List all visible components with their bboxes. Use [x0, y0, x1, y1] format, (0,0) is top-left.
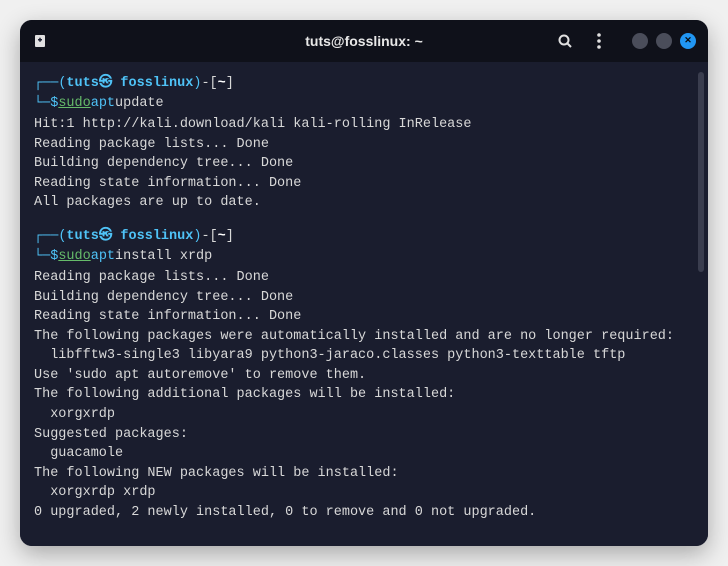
output-line: Building dependency tree... Done — [34, 288, 694, 308]
output-line: Suggested packages: — [34, 425, 694, 445]
output-line: xorgxrdp xrdp — [34, 483, 694, 503]
output-line: libfftw3-single3 libyara9 python3-jaraco… — [34, 346, 694, 366]
box-drawing-char: ┌── — [34, 74, 58, 94]
search-icon[interactable] — [556, 32, 574, 50]
output-line: Reading state information... Done — [34, 307, 694, 327]
prompt-block: ┌──(tuts㉿ fosslinux)-[~] └─$ sudo apt in… — [34, 227, 694, 266]
terminal-window: tuts@fosslinux: ~ — [20, 20, 708, 546]
window-title: tuts@fosslinux: ~ — [305, 33, 423, 49]
blank-line — [34, 213, 694, 227]
output-line: The following NEW packages will be insta… — [34, 464, 694, 484]
menu-icon[interactable] — [590, 32, 608, 50]
output-line: The following packages were automaticall… — [34, 327, 694, 347]
terminal-body[interactable]: ┌──(tuts㉿ fosslinux)-[~] └─$ sudo apt up… — [20, 62, 708, 546]
minimize-button[interactable] — [632, 33, 648, 49]
prompt-line-top: ┌──(tuts㉿ fosslinux)-[~] — [34, 74, 694, 94]
bracket-close: ] — [226, 227, 234, 247]
prompt-line-top: ┌──(tuts㉿ fosslinux)-[~] — [34, 227, 694, 247]
paren-close: ) — [193, 227, 201, 247]
box-drawing-char: └─ — [34, 94, 50, 114]
path: ~ — [218, 227, 226, 247]
box-drawing-char: └─ — [34, 247, 50, 267]
output-line: xorgxrdp — [34, 405, 694, 425]
command-apt: apt — [91, 247, 115, 267]
output-line: Reading package lists... Done — [34, 268, 694, 288]
box-drawing-char: ┌── — [34, 227, 58, 247]
paren-close: ) — [193, 74, 201, 94]
output-line: Reading package lists... Done — [34, 135, 694, 155]
output-line: guacamole — [34, 444, 694, 464]
dash: -[ — [201, 74, 217, 94]
titlebar-right — [556, 32, 696, 50]
close-button[interactable] — [680, 33, 696, 49]
prompt-line-bottom: └─$ sudo apt update — [34, 94, 694, 114]
output-line: 0 upgraded, 2 newly installed, 0 to remo… — [34, 503, 694, 523]
window-controls — [632, 33, 696, 49]
paren-open: ( — [58, 227, 66, 247]
command-apt: apt — [91, 94, 115, 114]
user-host: tuts㉿ fosslinux — [66, 227, 193, 247]
maximize-button[interactable] — [656, 33, 672, 49]
titlebar: tuts@fosslinux: ~ — [20, 20, 708, 62]
prompt-block: ┌──(tuts㉿ fosslinux)-[~] └─$ sudo apt up… — [34, 74, 694, 113]
output-line: All packages are up to date. — [34, 193, 694, 213]
path: ~ — [218, 74, 226, 94]
prompt-line-bottom: └─$ sudo apt install xrdp — [34, 247, 694, 267]
output-line: The following additional packages will b… — [34, 385, 694, 405]
dollar-sign: $ — [50, 247, 58, 267]
command-sudo: sudo — [58, 94, 90, 114]
paren-open: ( — [58, 74, 66, 94]
output-line: Reading state information... Done — [34, 174, 694, 194]
bracket-close: ] — [226, 74, 234, 94]
output-line: Hit:1 http://kali.download/kali kali-rol… — [34, 115, 694, 135]
new-tab-icon[interactable] — [32, 32, 50, 50]
output-line: Building dependency tree... Done — [34, 154, 694, 174]
dollar-sign: $ — [50, 94, 58, 114]
command-args: install xrdp — [115, 247, 212, 267]
user-host: tuts㉿ fosslinux — [66, 74, 193, 94]
command-sudo: sudo — [58, 247, 90, 267]
command-args: update — [115, 94, 164, 114]
output-line: Use 'sudo apt autoremove' to remove them… — [34, 366, 694, 386]
dash: -[ — [201, 227, 217, 247]
plus-document-icon — [33, 33, 49, 49]
titlebar-left — [32, 32, 50, 50]
